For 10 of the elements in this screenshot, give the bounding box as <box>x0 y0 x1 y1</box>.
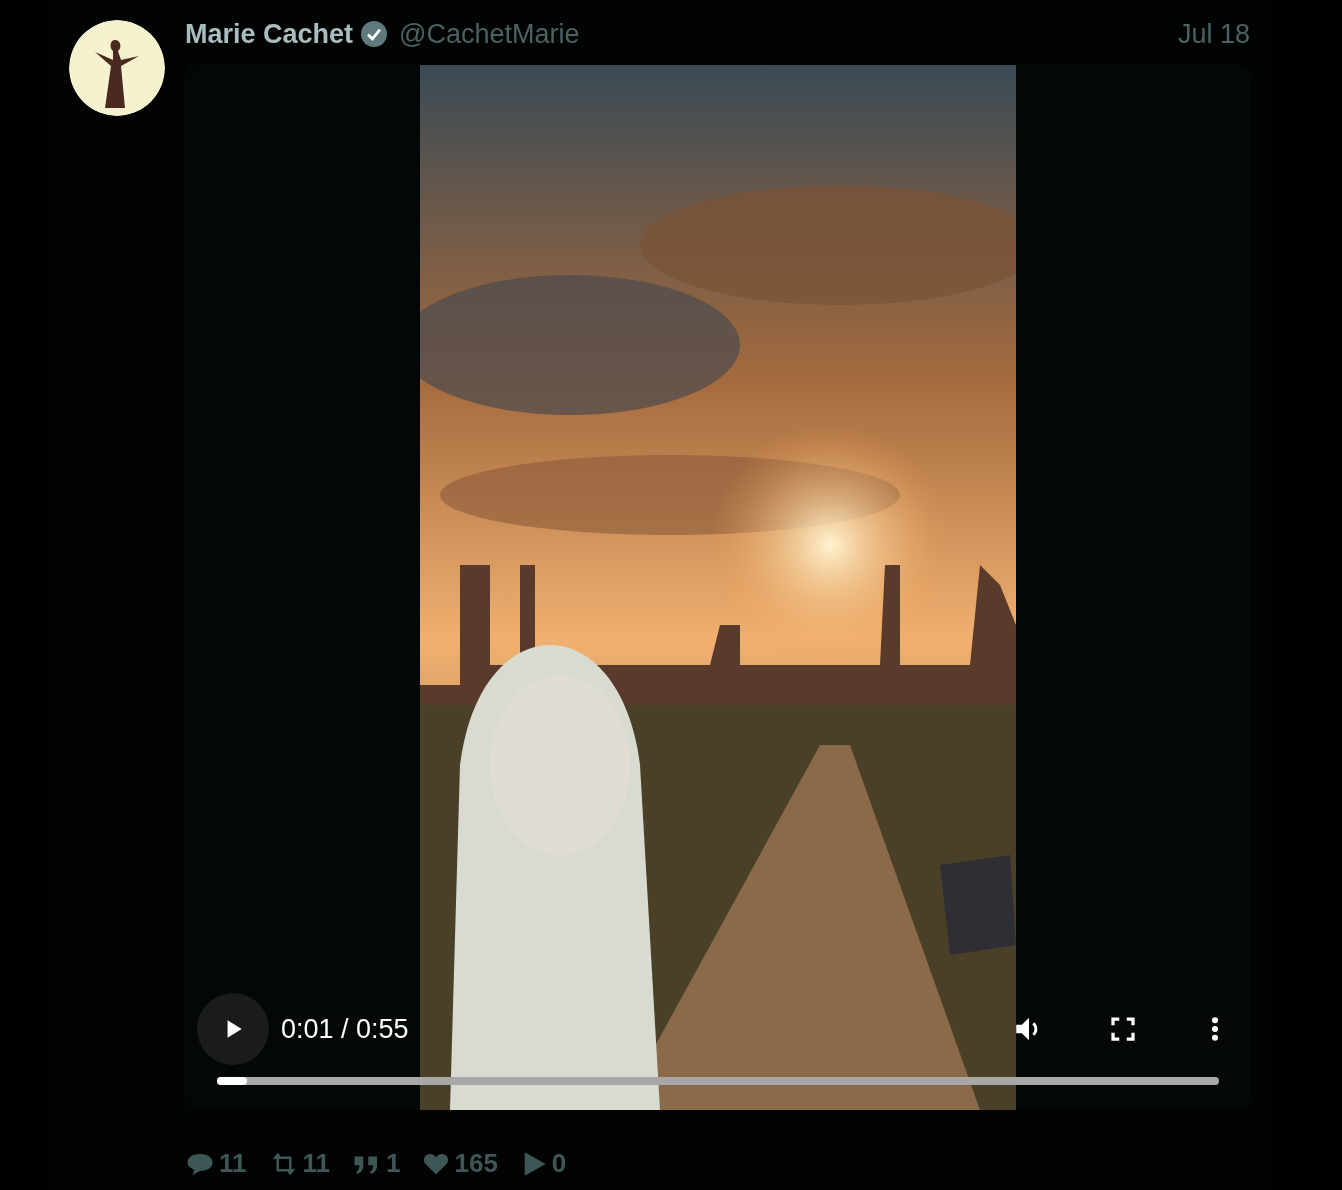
author-name[interactable]: Marie Cachet <box>185 18 354 50</box>
stat-count: 11 <box>302 1148 330 1179</box>
stat-count: 0 <box>551 1148 567 1179</box>
stat-count: 1 <box>386 1148 401 1179</box>
video-time: 0:01 / 0:55 <box>281 1013 409 1045</box>
progress-bar[interactable] <box>217 1077 1219 1085</box>
avatar-icon[interactable] <box>69 20 165 116</box>
fullscreen-icon[interactable] <box>1108 1014 1138 1044</box>
stat-count: 11 <box>219 1148 247 1179</box>
stat-count: 165 <box>454 1148 498 1179</box>
